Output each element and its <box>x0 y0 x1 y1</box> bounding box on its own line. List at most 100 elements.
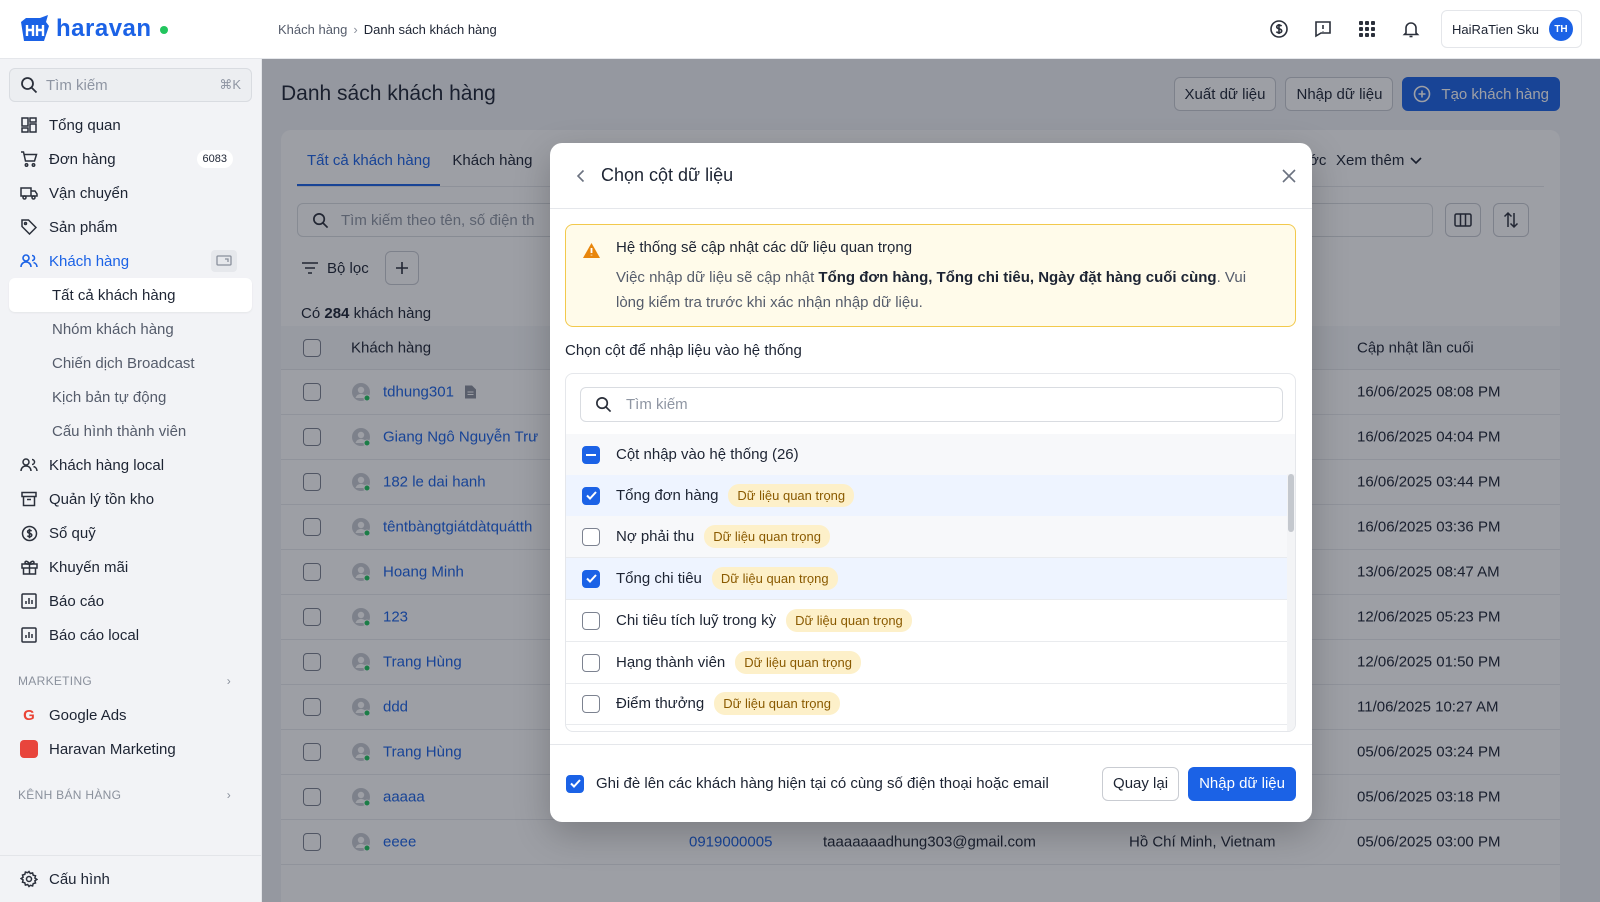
column-checkbox[interactable] <box>582 569 600 588</box>
haravan-logo[interactable]: haravan <box>0 14 262 44</box>
sidebar-item-inventory[interactable]: Quản lý tồn kho <box>0 482 261 516</box>
feedback-icon[interactable] <box>1301 7 1345 51</box>
close-icon[interactable] <box>1282 168 1296 183</box>
sidebar-subitem-automation[interactable]: Kịch bản tự động <box>0 380 261 414</box>
sidebar-item-settings[interactable]: Cấu hình <box>0 862 262 896</box>
overwrite-checkbox[interactable] <box>566 774 584 793</box>
sidebar-item-customers-local[interactable]: Khách hàng local <box>0 448 261 482</box>
column-option-row[interactable]: Chi tiêu tích luỹ trong kỳ Dữ liệu quan t… <box>566 600 1289 642</box>
column-search-input[interactable]: Tìm kiếm <box>580 387 1283 422</box>
back-button[interactable]: Quay lại <box>1102 766 1180 801</box>
overwrite-label[interactable]: Ghi đè lên các khách hàng hiện tại có cù… <box>596 775 1102 792</box>
sidebar-item-promotions[interactable]: Khuyến mãi <box>0 550 261 584</box>
sidebar-subitem-membership[interactable]: Cấu hình thành viên <box>0 414 261 448</box>
sidebar-subitem-broadcast[interactable]: Chiến dịch Broadcast <box>0 346 261 380</box>
dialog-footer: Ghi đè lên các khách hàng hiện tại có cù… <box>550 744 1312 822</box>
sidebar-item-label: Đơn hàng <box>49 150 116 168</box>
sidebar-item-shipping[interactable]: Vận chuyển <box>0 176 261 210</box>
column-option-row[interactable]: Điểm thưởng Dữ liệu quan trọng <box>566 683 1289 725</box>
column-option-row[interactable]: Hạng thành viên Dữ liệu quan trọng <box>566 642 1289 684</box>
avatar: TH <box>1549 17 1573 41</box>
dashboard-icon <box>20 116 38 134</box>
sales-channels-section-toggle[interactable]: KÊNH BÁN HÀNG › <box>0 778 261 812</box>
marketing-section-toggle[interactable]: MARKETING › <box>0 664 261 698</box>
alert-bold-fields: Tổng đơn hàng, Tổng chi tiêu, Ngày đặt h… <box>818 269 1217 286</box>
sidebar-item-label: Quản lý tồn kho <box>49 490 155 508</box>
sidebar-item-label: Cấu hình <box>49 870 110 888</box>
truck-icon <box>20 184 38 202</box>
alert-text: Việc nhập dữ liệu sẽ cập nhật <box>616 269 815 286</box>
breadcrumb-customers[interactable]: Khách hàng <box>278 22 347 37</box>
sidebar-item-haravan-marketing[interactable]: Haravan Marketing <box>0 732 261 766</box>
user-menu[interactable]: HaiRaTien Sku TH <box>1441 10 1582 48</box>
sidebar-item-label: Vận chuyển <box>49 184 129 202</box>
chevron-right-icon: › <box>353 21 358 37</box>
dialog-subtitle: Chọn cột để nhập liệu vào hệ thống <box>565 342 802 359</box>
sidebar-item-reports-local[interactable]: Báo cáo local <box>0 618 261 652</box>
column-option-label: Tổng chi tiêu <box>616 570 702 587</box>
sidebar-item-products[interactable]: Sản phẩm <box>0 210 261 244</box>
alert-title: Hệ thống sẽ cập nhật các dữ liệu quan tr… <box>616 239 913 256</box>
report-icon <box>20 626 38 644</box>
column-search-placeholder: Tìm kiếm <box>626 396 688 413</box>
sidebar-item-label: Khách hàng local <box>49 456 165 474</box>
user-name: HaiRaTien Sku <box>1452 21 1539 37</box>
haravan-marketing-icon <box>20 740 38 758</box>
tag-icon <box>20 218 38 236</box>
cart-icon <box>20 150 38 168</box>
sidebar-subitem-customer-groups[interactable]: Nhóm khách hàng <box>0 312 261 346</box>
sidebar-item-label: Khuyến mãi <box>49 558 129 576</box>
sidebar-search[interactable]: Tìm kiếm ⌘K <box>9 68 252 102</box>
apps-grid-icon[interactable] <box>1345 7 1389 51</box>
column-checkbox[interactable] <box>582 527 600 546</box>
sidebar: Tìm kiếm ⌘K Tổng quan Đơn hàng 6083 Vận … <box>0 59 262 902</box>
column-checkbox[interactable] <box>582 694 600 713</box>
important-data-tag: Dữ liệu quan trọng <box>786 609 912 632</box>
sidebar-item-orders[interactable]: Đơn hàng 6083 <box>0 142 261 176</box>
section-title: MARKETING <box>18 674 93 688</box>
status-dot <box>159 26 168 34</box>
sidebar-item-customers[interactable]: Khách hàng <box>0 244 261 278</box>
important-data-tag: Dữ liệu quan trọng <box>704 525 830 548</box>
column-option-row[interactable]: Tổng đơn hàng Dữ liệu quan trọng <box>566 475 1289 517</box>
column-option-label: Chi tiêu tích luỹ trong kỳ <box>616 612 777 629</box>
column-option-label: Điểm thưởng <box>616 695 705 712</box>
choose-columns-dialog: Chọn cột dữ liệu Hệ thống sẽ cập nhật cá… <box>550 143 1312 822</box>
brand-name: haravan <box>56 15 152 42</box>
column-checkbox[interactable] <box>582 486 600 505</box>
column-group-row[interactable]: Cột nhập vào hệ thống (26) <box>566 434 1295 476</box>
column-option-row[interactable]: Tổng chi tiêu Dữ liệu quan trọng <box>566 558 1289 600</box>
top-bar: haravan Khách hàng › Danh sách khách hàn… <box>0 0 1600 59</box>
breadcrumb: Khách hàng › Danh sách khách hàng <box>278 22 497 37</box>
users-icon <box>20 252 38 270</box>
group-indeterminate-checkbox[interactable] <box>582 445 600 464</box>
haravan-logo-icon <box>21 15 49 41</box>
bell-icon[interactable] <box>1389 7 1433 51</box>
section-title: KÊNH BÁN HÀNG <box>18 788 122 802</box>
column-checkbox[interactable] <box>582 653 600 672</box>
sidebar-item-reports[interactable]: Báo cáo <box>0 584 261 618</box>
sidebar-subitem-all-customers[interactable]: Tất cả khách hàng <box>9 278 252 312</box>
import-submit-button[interactable]: Nhập dữ liệu <box>1188 766 1296 801</box>
important-data-tag: Dữ liệu quan trọng <box>728 484 855 507</box>
column-selector: Tìm kiếm Cột nhập vào hệ thống (26) Tổng… <box>565 373 1296 732</box>
column-checkbox[interactable] <box>582 611 600 630</box>
column-option-label: Nợ phải thu <box>616 528 695 545</box>
sidebar-item-cashbook[interactable]: Sổ quỹ <box>0 516 261 550</box>
column-option-label: Hạng thành viên <box>616 654 726 671</box>
scrollbar-thumb[interactable] <box>1288 474 1294 532</box>
dialog-header: Chọn cột dữ liệu <box>550 143 1312 209</box>
chevron-right-icon: › <box>226 788 231 802</box>
archive-icon <box>20 490 38 508</box>
dollar-clock-icon[interactable] <box>1257 7 1301 51</box>
column-list-scrollbar[interactable] <box>1287 474 1295 731</box>
dialog-title: Chọn cột dữ liệu <box>601 165 734 185</box>
sidebar-item-google-ads[interactable]: G Google Ads <box>0 698 261 732</box>
back-chevron-icon[interactable] <box>576 169 585 183</box>
breadcrumb-current: Danh sách khách hàng <box>363 21 497 37</box>
search-icon <box>21 77 38 94</box>
sidebar-item-overview[interactable]: Tổng quan <box>0 108 261 142</box>
sidebar-item-label: Sản phẩm <box>49 218 118 236</box>
column-option-row[interactable]: Nợ phải thu Dữ liệu quan trọng <box>566 516 1289 558</box>
open-in-window-icon[interactable] <box>211 250 237 272</box>
